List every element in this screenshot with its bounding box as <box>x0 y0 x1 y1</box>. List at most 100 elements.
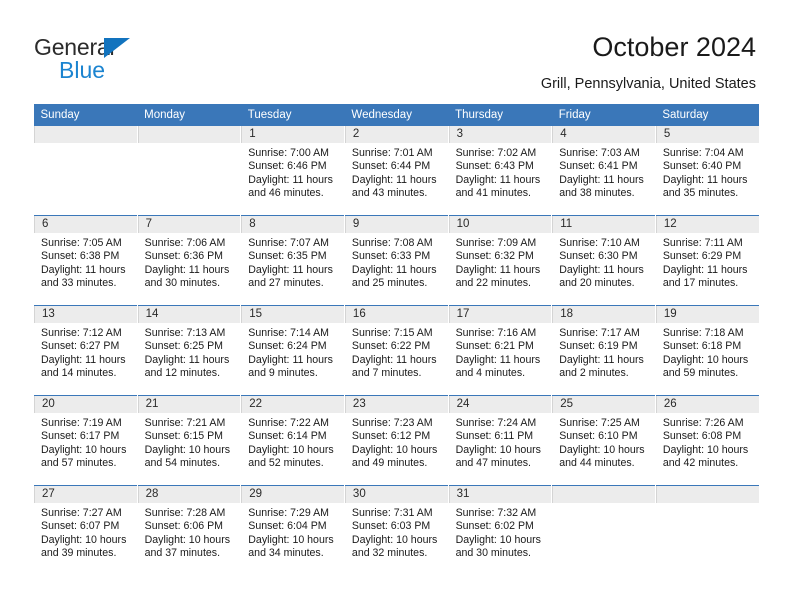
sunrise-text: Sunrise: 7:31 AM <box>351 507 433 519</box>
day-cell[interactable]: 6 Sunrise: 7:05 AM Sunset: 6:38 PM Daylight… <box>33 215 138 306</box>
day-cell[interactable]: 13 Sunrise: 7:12 AM Sunset: 6:27 PM Dayligh… <box>33 305 138 396</box>
day-number: 29 <box>249 488 263 500</box>
sunset-text: Sunset: 6:02 PM <box>455 520 534 533</box>
day-cell[interactable]: 24 Sunrise: 7:24 AM Sunset: 6:11 PM Dayligh… <box>447 395 552 486</box>
sunset-text: Sunset: 6:29 PM <box>662 250 742 263</box>
day-number: 5 <box>663 128 671 140</box>
daylight-text-line1: Daylight: 10 hours <box>455 443 541 456</box>
sunrise-text: Sunrise: 7:05 AM <box>41 237 122 249</box>
day-number: 1 <box>249 128 256 140</box>
day-number: 13 <box>42 308 55 320</box>
daylight-text-line1: Daylight: 10 hours <box>144 443 231 456</box>
day-cell-empty <box>33 126 138 216</box>
general-blue-logo[interactable]: General Blue <box>34 34 214 86</box>
sunrise-text: Sunrise: 7:08 AM <box>351 237 433 249</box>
page-header: General Blue October 2024 Grill, Pennsyl… <box>0 0 792 103</box>
daylight-text-line2: and 20 minutes. <box>559 277 635 290</box>
daylight-text-line2: and 43 minutes. <box>351 187 428 200</box>
day-cell[interactable]: 15 Sunrise: 7:14 AM Sunset: 6:24 PM Dayligh… <box>240 305 345 396</box>
day-cell[interactable]: 28 Sunrise: 7:28 AM Sunset: 6:06 PM Dayligh… <box>136 485 241 575</box>
sunrise-text: Sunrise: 7:00 AM <box>248 147 329 159</box>
sunrise-text: Sunrise: 7:22 AM <box>248 417 329 429</box>
sunset-text: Sunset: 6:36 PM <box>144 250 223 263</box>
day-cell[interactable]: 19 Sunrise: 7:18 AM Sunset: 6:18 PM Dayligh… <box>654 305 759 396</box>
day-number: 17 <box>456 308 470 320</box>
day-cell[interactable]: 8 Sunrise: 7:07 AM Sunset: 6:35 PM Daylight… <box>240 215 345 306</box>
day-cell[interactable]: 25 Sunrise: 7:25 AM Sunset: 6:10 PM Dayligh… <box>551 395 656 486</box>
daylight-text-line1: Daylight: 11 hours <box>455 263 541 276</box>
sunset-text: Sunset: 6:30 PM <box>559 250 638 263</box>
daylight-text-line1: Daylight: 11 hours <box>144 263 230 276</box>
day-number: 9 <box>352 218 360 230</box>
sunset-text: Sunset: 6:22 PM <box>351 340 431 353</box>
sunset-text: Sunset: 6:07 PM <box>41 520 120 533</box>
day-cell[interactable]: 20 Sunrise: 7:19 AM Sunset: 6:17 PM Dayligh… <box>33 395 138 486</box>
daylight-text-line2: and 39 minutes. <box>41 547 117 560</box>
day-cell[interactable]: 26 Sunrise: 7:26 AM Sunset: 6:08 PM Dayligh… <box>654 395 759 486</box>
sunrise-text: Sunrise: 7:12 AM <box>41 327 122 339</box>
sunset-text: Sunset: 6:44 PM <box>351 160 431 173</box>
page-title: October 2024 <box>592 32 756 62</box>
page-subtitle-location: Grill, Pennsylvania, United States <box>540 76 756 92</box>
day-number: 7 <box>145 218 153 230</box>
day-number: 8 <box>249 218 256 230</box>
day-number: 19 <box>663 308 677 320</box>
daylight-text-line1: Daylight: 11 hours <box>662 173 748 186</box>
weekday-header-sunday: Sunday <box>33 104 138 126</box>
daylight-text-line2: and 37 minutes. <box>144 547 221 560</box>
day-cell[interactable]: 11 Sunrise: 7:10 AM Sunset: 6:30 PM Dayligh… <box>551 215 656 306</box>
sunrise-text: Sunrise: 7:10 AM <box>559 237 640 249</box>
day-cell[interactable]: 17 Sunrise: 7:16 AM Sunset: 6:21 PM Dayligh… <box>447 305 552 396</box>
day-cell[interactable]: 21 Sunrise: 7:21 AM Sunset: 6:15 PM Dayligh… <box>136 395 241 486</box>
day-cell[interactable]: 10 Sunrise: 7:09 AM Sunset: 6:32 PM Dayligh… <box>447 215 552 306</box>
daylight-text-line1: Daylight: 11 hours <box>455 173 541 186</box>
day-cell[interactable]: 16 Sunrise: 7:15 AM Sunset: 6:22 PM Dayligh… <box>343 305 449 396</box>
day-cell[interactable]: 23 Sunrise: 7:23 AM Sunset: 6:12 PM Dayligh… <box>343 395 449 486</box>
daylight-text-line2: and 2 minutes. <box>559 367 629 380</box>
day-cell[interactable]: 4 Sunrise: 7:03 AM Sunset: 6:41 PM Daylight… <box>551 126 656 216</box>
daylight-text-line2: and 33 minutes. <box>41 277 117 290</box>
daylight-text-line2: and 49 minutes. <box>351 457 428 470</box>
sunset-text: Sunset: 6:18 PM <box>662 340 742 353</box>
day-cell-empty <box>551 485 656 575</box>
sunrise-text: Sunrise: 7:28 AM <box>144 507 226 519</box>
day-cell[interactable]: 22 Sunrise: 7:22 AM Sunset: 6:14 PM Dayligh… <box>240 395 345 486</box>
calendar-week-row: 1 Sunrise: 7:00 AM Sunset: 6:46 PM Daylight… <box>33 126 759 216</box>
weekday-header-thursday: Thursday <box>448 104 552 126</box>
day-cell[interactable]: 30 Sunrise: 7:31 AM Sunset: 6:03 PM Dayligh… <box>343 485 449 575</box>
day-number: 31 <box>456 488 470 500</box>
day-cell[interactable]: 12 Sunrise: 7:11 AM Sunset: 6:29 PM Dayligh… <box>654 215 759 306</box>
day-cell[interactable]: 14 Sunrise: 7:13 AM Sunset: 6:25 PM Dayligh… <box>136 305 241 396</box>
sunrise-text: Sunrise: 7:02 AM <box>455 147 537 159</box>
sunset-text: Sunset: 6:38 PM <box>41 250 120 263</box>
day-cell[interactable]: 9 Sunrise: 7:08 AM Sunset: 6:33 PM Daylight… <box>343 215 449 306</box>
sunrise-text: Sunrise: 7:13 AM <box>144 327 226 339</box>
daylight-text-line2: and 47 minutes. <box>455 457 531 470</box>
day-number: 30 <box>352 488 366 500</box>
day-cell-empty <box>654 485 759 575</box>
day-cell[interactable]: 1 Sunrise: 7:00 AM Sunset: 6:46 PM Daylight… <box>240 126 345 216</box>
sunset-text: Sunset: 6:43 PM <box>455 160 534 173</box>
day-cell[interactable]: 3 Sunrise: 7:02 AM Sunset: 6:43 PM Daylight… <box>447 126 552 216</box>
day-cell[interactable]: 27 Sunrise: 7:27 AM Sunset: 6:07 PM Dayligh… <box>33 485 138 575</box>
sunset-text: Sunset: 6:12 PM <box>351 430 431 443</box>
day-cell[interactable]: 2 Sunrise: 7:01 AM Sunset: 6:44 PM Daylight… <box>343 126 449 216</box>
daylight-text-line1: Daylight: 11 hours <box>351 173 437 186</box>
sunrise-text: Sunrise: 7:16 AM <box>455 327 537 339</box>
daylight-text-line2: and 4 minutes. <box>455 367 526 380</box>
day-cell[interactable]: 5 Sunrise: 7:04 AM Sunset: 6:40 PM Daylight… <box>654 126 759 216</box>
day-cell[interactable]: 18 Sunrise: 7:17 AM Sunset: 6:19 PM Dayligh… <box>551 305 656 396</box>
sunrise-text: Sunrise: 7:09 AM <box>455 237 537 249</box>
day-number: 6 <box>42 218 49 230</box>
day-number: 12 <box>663 218 677 230</box>
day-cell[interactable]: 7 Sunrise: 7:06 AM Sunset: 6:36 PM Daylight… <box>136 215 241 306</box>
day-cell[interactable]: 29 Sunrise: 7:29 AM Sunset: 6:04 PM Dayligh… <box>240 485 345 575</box>
sunrise-text: Sunrise: 7:32 AM <box>455 507 537 519</box>
daylight-text-line2: and 17 minutes. <box>662 277 739 290</box>
sunrise-text: Sunrise: 7:19 AM <box>41 417 122 429</box>
weekday-header-saturday: Saturday <box>655 104 759 126</box>
daylight-text-line2: and 27 minutes. <box>248 277 324 290</box>
daylight-text-line1: Daylight: 11 hours <box>41 263 126 276</box>
sunset-text: Sunset: 6:32 PM <box>455 250 534 263</box>
day-cell[interactable]: 31 Sunrise: 7:32 AM Sunset: 6:02 PM Dayligh… <box>447 485 552 575</box>
